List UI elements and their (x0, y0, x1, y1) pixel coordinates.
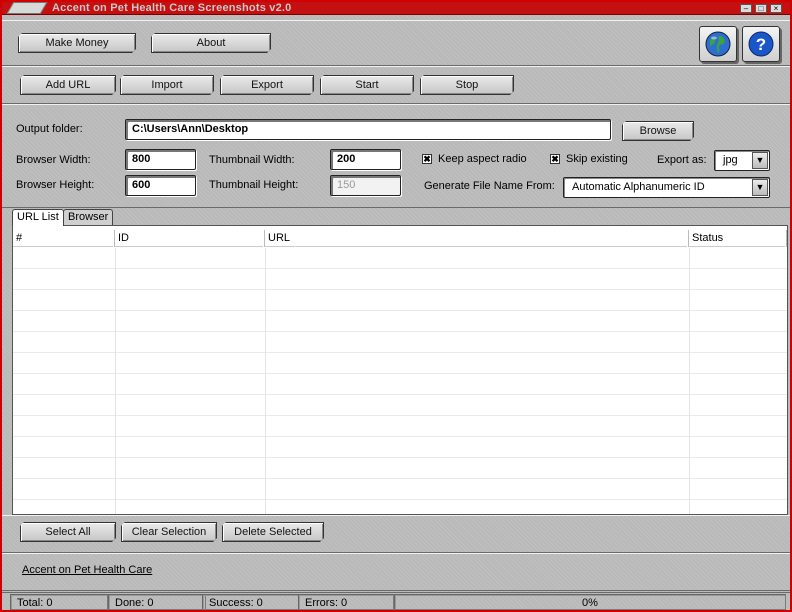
browser-height-input[interactable]: 600 (125, 175, 196, 196)
browse-button[interactable]: Browse (622, 121, 694, 141)
export-format-value: jpg (723, 154, 738, 166)
keep-aspect-label: Keep aspect radio (438, 153, 527, 165)
add-url-button[interactable]: Add URL (20, 75, 116, 95)
generate-name-value: Automatic Alphanumeric ID (572, 181, 705, 193)
url-list-table[interactable]: # ID URL Status (12, 225, 788, 515)
thumbnail-width-input[interactable]: 200 (330, 149, 401, 170)
close-button[interactable]: × (770, 4, 782, 13)
status-total: Total: 0 (10, 594, 108, 610)
column-divider (689, 248, 690, 514)
browser-height-label: Browser Height: (16, 179, 95, 191)
clear-selection-button[interactable]: Clear Selection (121, 522, 217, 542)
export-format-select[interactable]: jpg ▼ (714, 150, 770, 171)
help-button[interactable]: ? (742, 26, 780, 62)
status-errors: Errors: 0 (298, 594, 394, 610)
app-window: Accent on Pet Health Care Screenshots v2… (0, 0, 792, 612)
table-header: # ID URL Status (13, 230, 787, 247)
export-button[interactable]: Export (220, 75, 314, 95)
footer-link[interactable]: Accent on Pet Health Care (22, 564, 152, 576)
status-success: Success: 0 (202, 594, 300, 610)
skip-existing-label: Skip existing (566, 153, 628, 165)
globe-button[interactable] (699, 26, 737, 62)
skip-existing-checkbox[interactable]: ✖ (550, 154, 560, 164)
minimize-button[interactable]: – (740, 4, 752, 13)
thumbnail-width-label: Thumbnail Width: (209, 154, 295, 166)
column-header-status[interactable]: Status (689, 230, 787, 247)
stop-button[interactable]: Stop (420, 75, 514, 95)
window-title: Accent on Pet Health Care Screenshots v2… (52, 2, 292, 14)
app-menu-tab[interactable] (6, 2, 48, 14)
progress-bar: 0% (394, 594, 786, 610)
chevron-down-icon[interactable]: ▼ (752, 179, 768, 196)
help-icon: ? (748, 31, 774, 57)
column-header-id[interactable]: ID (115, 230, 265, 247)
thumbnail-height-label: Thumbnail Height: (209, 179, 299, 191)
output-folder-input[interactable]: C:\Users\Ann\Desktop (125, 119, 611, 140)
generate-name-label: Generate File Name From: (424, 180, 555, 192)
select-all-button[interactable]: Select All (20, 522, 116, 542)
tab-browser[interactable]: Browser (63, 209, 114, 225)
maximize-button[interactable]: □ (755, 4, 767, 13)
globe-icon (705, 31, 731, 57)
keep-aspect-checkbox[interactable]: ✖ (422, 154, 432, 164)
browser-width-input[interactable]: 800 (125, 149, 196, 170)
chevron-down-icon[interactable]: ▼ (752, 152, 768, 169)
title-bar[interactable]: Accent on Pet Health Care Screenshots v2… (2, 2, 790, 15)
delete-selected-button[interactable]: Delete Selected (222, 522, 324, 542)
output-folder-label: Output folder: (16, 123, 83, 135)
list-actions-bar (2, 515, 790, 553)
column-header-number[interactable]: # (13, 230, 115, 247)
status-done: Done: 0 (108, 594, 206, 610)
column-divider (265, 248, 266, 514)
thumbnail-height-input[interactable]: 150 (330, 175, 401, 196)
about-button[interactable]: About (151, 33, 271, 53)
column-divider (115, 248, 116, 514)
generate-name-select[interactable]: Automatic Alphanumeric ID ▼ (563, 177, 770, 198)
import-button[interactable]: Import (120, 75, 214, 95)
make-money-button[interactable]: Make Money (18, 33, 136, 53)
status-bar: Total: 0 Done: 0 Success: 0 Errors: 0 0% (2, 592, 790, 610)
browser-width-label: Browser Width: (16, 154, 91, 166)
column-header-url[interactable]: URL (265, 230, 689, 247)
export-as-label: Export as: (657, 154, 707, 166)
table-rows (13, 248, 787, 514)
start-button[interactable]: Start (320, 75, 414, 95)
tab-url-list[interactable]: URL List (12, 209, 64, 226)
help-glyph: ? (756, 35, 766, 54)
